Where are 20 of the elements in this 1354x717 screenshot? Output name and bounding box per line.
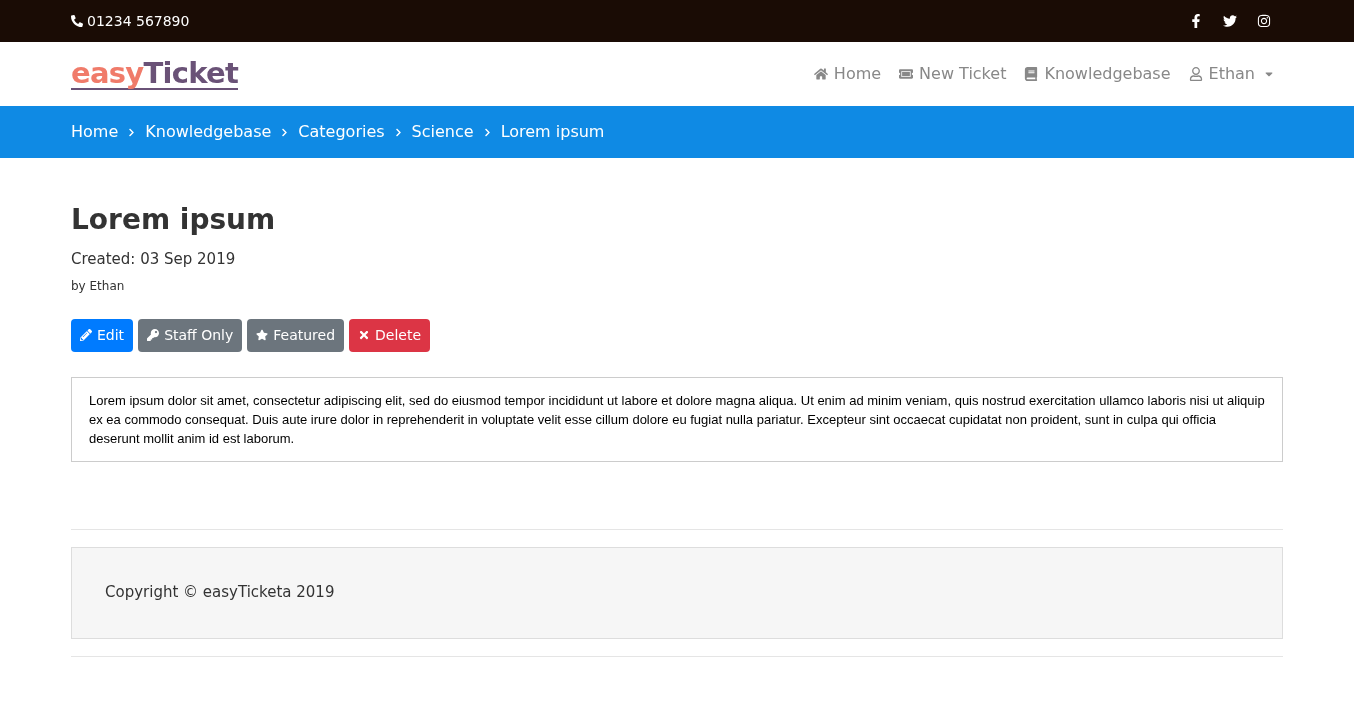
- action-button[interactable]: Delete: [349, 318, 431, 352]
- action-button[interactable]: Featured: [247, 318, 345, 352]
- nav-link[interactable]: Knowledgebase: [1024, 62, 1171, 86]
- phone-number: 01234 567890: [87, 11, 190, 31]
- breadcrumb-link[interactable]: Lorem ipsum: [500, 120, 605, 144]
- logo[interactable]: easyTicket: [71, 58, 239, 90]
- copyright-text: Copyright © easyTicketa 2019: [105, 582, 335, 604]
- breadcrumb-link[interactable]: Science: [411, 120, 474, 144]
- nav-link[interactable]: Ethan: [1188, 62, 1275, 86]
- article-title: Lorem ipsum: [71, 202, 277, 238]
- author: by Ethan: [71, 277, 126, 295]
- action-button[interactable]: Edit: [71, 318, 134, 352]
- article-body: Lorem ipsum dolor sit amet, consectetur adipiscing elit, sed do eiusmod tempor incididunt ut labore et dolore magna aliqua. Ut enim ad minim veniam, quis nostrud exercitation ullamco laboris nisi ut aliquip ex ea commodo consequat. Duis aute irure dolor in reprehenderit in voluptate velit esse cillum dolore eu fugiat nulla pariatur. Excepteur sint occaecat cupidatat non proident, sunt in culpa qui officia deserunt mollit anim id est laborum.: [71, 376, 1283, 462]
- action-button[interactable]: Staff Only: [138, 318, 243, 352]
- breadcrumb-link[interactable]: Home: [71, 120, 119, 144]
- nav-link[interactable]: Home: [813, 62, 882, 86]
- nav-link[interactable]: New Ticket: [899, 62, 1007, 86]
- created-date: Created: 03 Sep 2019: [71, 249, 237, 270]
- breadcrumb-link[interactable]: Knowledgebase: [145, 120, 272, 144]
- breadcrumb-link[interactable]: Categories: [298, 120, 385, 144]
